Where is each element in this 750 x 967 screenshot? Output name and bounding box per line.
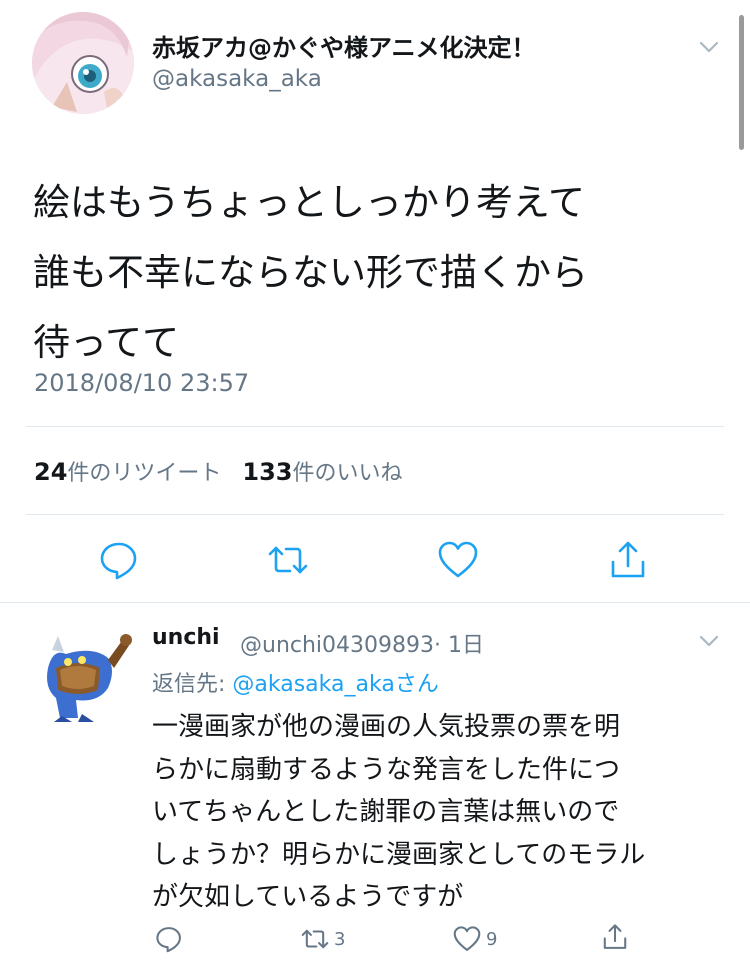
- reply-text-line: らかに扇動するような発言をした件につ: [152, 754, 621, 785]
- chevron-down-icon[interactable]: [698, 630, 720, 652]
- reply-icon[interactable]: [97, 538, 141, 582]
- like-count: 133: [242, 458, 293, 486]
- reply-text: 一漫画家が他の漫画の人気投票の票を明 らかに扇動するような発言をした件につ いて…: [152, 706, 727, 919]
- retweet-count: 24: [34, 458, 68, 486]
- reply-retweet-button[interactable]: 3: [300, 924, 345, 954]
- reply-author-name[interactable]: unchi: [152, 625, 220, 650]
- divider: [0, 602, 750, 603]
- tweet-timestamp: 2018/08/10 23:57: [34, 369, 250, 397]
- reply-author-handle[interactable]: @unchi04309893: [240, 633, 434, 658]
- like-stat[interactable]: 133件のいいね: [242, 458, 403, 486]
- share-icon: [603, 924, 627, 949]
- reply-text-line: が欠如しているようですが: [152, 882, 464, 912]
- reply-reply-button[interactable]: [154, 924, 184, 954]
- reply-author-avatar[interactable]: [38, 628, 134, 724]
- share-icon[interactable]: [606, 538, 650, 582]
- tweet-stats: 24件のリツイート 133件のいいね: [34, 455, 403, 487]
- retweet-label: 件のリツイート: [67, 461, 222, 486]
- reply-time: · 1日: [434, 633, 484, 658]
- reply-like-count: 9: [486, 928, 498, 950]
- retweet-stat[interactable]: 24件のリツイート: [34, 458, 222, 486]
- author-name[interactable]: 赤坂アカ@かぐや様アニメ化決定！: [152, 28, 536, 63]
- heart-icon[interactable]: [436, 538, 480, 582]
- reply-share-button[interactable]: [600, 922, 630, 952]
- tweet-text: 絵はもうちょっとしっかり考えて 誰も不幸にならない形で描くから 待ってて: [33, 168, 723, 378]
- author-avatar[interactable]: [32, 12, 134, 114]
- reply-retweet-count: 3: [334, 928, 346, 950]
- divider: [26, 514, 724, 515]
- retweet-icon[interactable]: [266, 538, 310, 582]
- tweet-text-line: 絵はもうちょっとしっかり考えて: [33, 181, 586, 224]
- heart-icon: [453, 926, 481, 951]
- tweet-text-line: 待ってて: [33, 321, 180, 364]
- replying-to: 返信先: @akasaka_akaさん: [152, 666, 439, 698]
- author-handle[interactable]: @akasaka_aka: [152, 66, 322, 92]
- scrollbar[interactable]: [739, 15, 744, 150]
- tweet-text-line: 誰も不幸にならない形で描くから: [33, 251, 588, 294]
- chevron-down-icon[interactable]: [698, 36, 720, 58]
- reply-text-line: 一漫画家が他の漫画の人気投票の票を明: [152, 712, 621, 742]
- like-label: 件のいいね: [292, 461, 403, 486]
- reply-like-button[interactable]: 9: [452, 924, 497, 954]
- replying-to-prefix: 返信先:: [152, 672, 233, 697]
- reply-text-line: しょうか？明らかに漫画家としてのモラル: [152, 839, 646, 870]
- replying-to-link[interactable]: @akasaka_akaさん: [232, 672, 438, 697]
- reply-text-line: いてちゃんとした謝罪の言葉は無いので: [152, 797, 620, 827]
- reply-meta: @unchi04309893· 1日: [240, 627, 484, 659]
- retweet-icon: [301, 929, 329, 949]
- divider: [26, 426, 724, 427]
- reply-icon: [156, 927, 181, 953]
